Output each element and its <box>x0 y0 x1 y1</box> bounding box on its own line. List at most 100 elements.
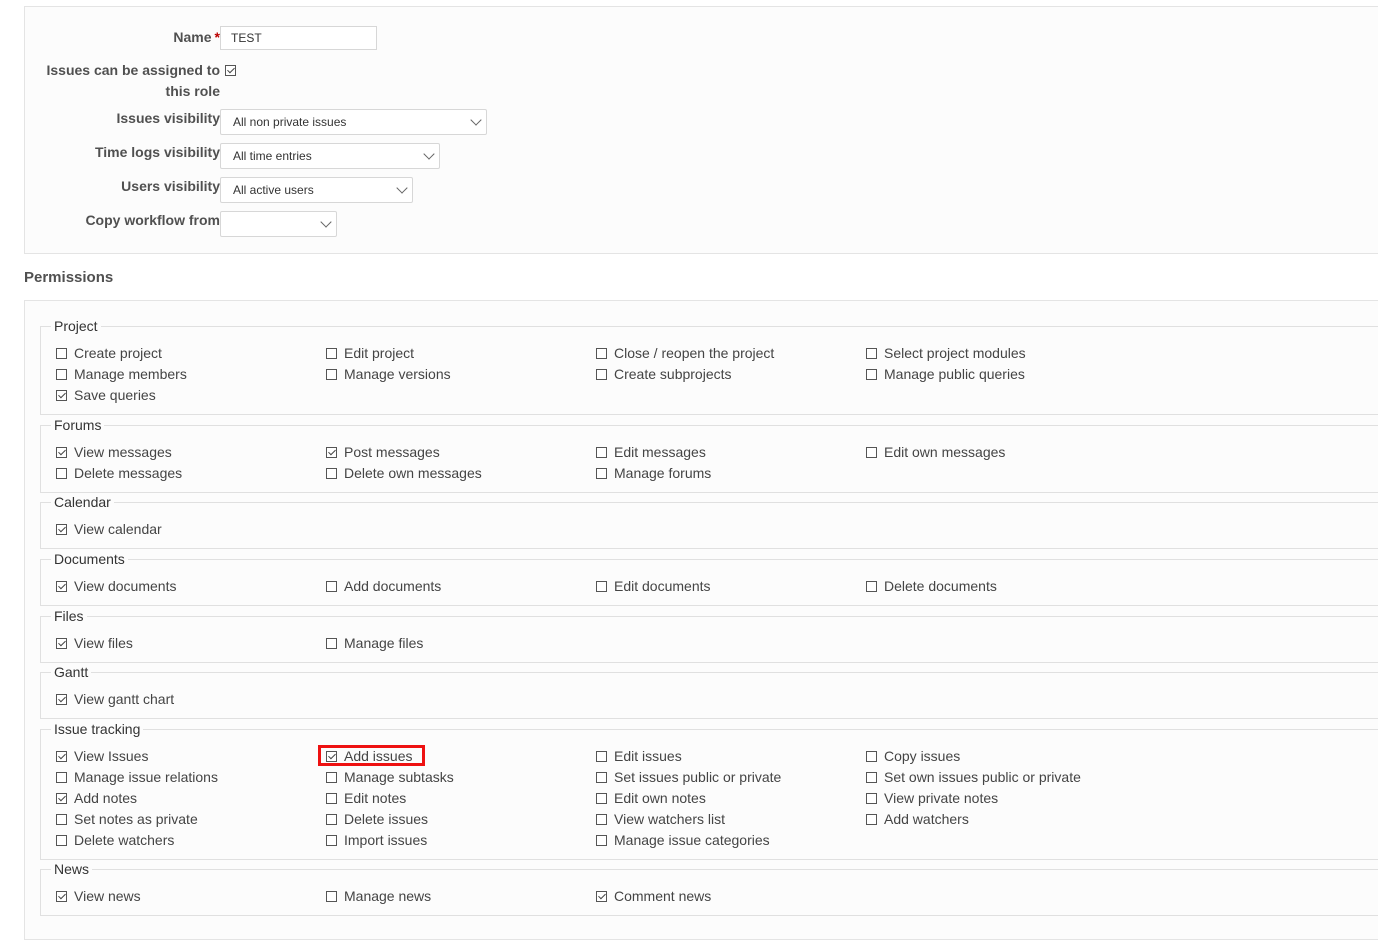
permission-checkbox[interactable] <box>326 580 337 592</box>
permission-manage-members[interactable]: Manage members <box>56 365 187 383</box>
permission-checkbox[interactable] <box>56 771 67 783</box>
permission-checkbox[interactable] <box>866 792 877 804</box>
permission-checkbox[interactable] <box>866 446 877 458</box>
permission-checkbox[interactable] <box>326 771 337 783</box>
permission-view-private-notes[interactable]: View private notes <box>866 789 998 807</box>
permission-view-watchers-list[interactable]: View watchers list <box>596 810 725 828</box>
permission-create-subprojects[interactable]: Create subprojects <box>596 365 732 383</box>
permission-checkbox[interactable] <box>56 834 67 846</box>
permission-add-notes[interactable]: Add notes <box>56 789 137 807</box>
permission-add-documents[interactable]: Add documents <box>326 577 441 595</box>
permission-checkbox[interactable] <box>56 637 67 649</box>
permission-delete-own-messages[interactable]: Delete own messages <box>326 464 482 482</box>
permission-checkbox[interactable] <box>56 347 67 359</box>
permission-manage-forums[interactable]: Manage forums <box>596 464 711 482</box>
users-visibility-select[interactable]: All active users <box>220 177 413 203</box>
permission-checkbox[interactable] <box>866 750 877 762</box>
permission-checkbox[interactable] <box>56 523 67 535</box>
permission-checkbox[interactable] <box>596 813 607 825</box>
permission-checkbox[interactable] <box>326 368 337 380</box>
permission-checkbox[interactable] <box>326 792 337 804</box>
permission-checkbox[interactable] <box>56 792 67 804</box>
permission-manage-versions[interactable]: Manage versions <box>326 365 451 383</box>
name-input[interactable] <box>220 26 377 50</box>
permission-checkbox[interactable] <box>56 446 67 458</box>
permission-set-issues-public-or-private[interactable]: Set issues public or private <box>596 768 781 786</box>
permission-manage-files[interactable]: Manage files <box>326 634 423 652</box>
permission-close-reopen-the-project[interactable]: Close / reopen the project <box>596 344 774 362</box>
permission-view-gantt-chart[interactable]: View gantt chart <box>56 690 174 708</box>
permission-copy-issues[interactable]: Copy issues <box>866 747 960 765</box>
permission-set-own-issues-public-or-private[interactable]: Set own issues public or private <box>866 768 1081 786</box>
permission-delete-documents[interactable]: Delete documents <box>866 577 997 595</box>
permission-edit-messages[interactable]: Edit messages <box>596 443 706 461</box>
permission-delete-messages[interactable]: Delete messages <box>56 464 182 482</box>
permission-checkbox[interactable] <box>866 813 877 825</box>
permission-view-messages[interactable]: View messages <box>56 443 172 461</box>
permission-manage-subtasks[interactable]: Manage subtasks <box>326 768 454 786</box>
permission-group-title: Issue tracking <box>51 721 144 737</box>
permission-checkbox[interactable] <box>326 834 337 846</box>
permission-manage-public-queries[interactable]: Manage public queries <box>866 365 1025 383</box>
permission-manage-issue-relations[interactable]: Manage issue relations <box>56 768 218 786</box>
permission-checkbox[interactable] <box>596 834 607 846</box>
permission-checkbox[interactable] <box>866 771 877 783</box>
permission-label: Copy issues <box>884 748 961 764</box>
permission-edit-notes[interactable]: Edit notes <box>326 789 406 807</box>
permission-view-files[interactable]: View files <box>56 634 133 652</box>
permission-checkbox[interactable] <box>596 750 607 762</box>
permission-checkbox[interactable] <box>866 580 877 592</box>
permission-checkbox[interactable] <box>56 813 67 825</box>
permission-checkbox[interactable] <box>326 890 337 902</box>
permission-checkbox[interactable] <box>56 693 67 705</box>
permission-checkbox[interactable] <box>596 580 607 592</box>
permission-checkbox[interactable] <box>56 389 67 401</box>
permission-checkbox[interactable] <box>866 347 877 359</box>
permission-view-news[interactable]: View news <box>56 887 141 905</box>
assignable-checkbox[interactable] <box>225 65 236 76</box>
permission-checkbox[interactable] <box>866 368 877 380</box>
permission-delete-issues[interactable]: Delete issues <box>326 810 428 828</box>
permission-checkbox[interactable] <box>56 368 67 380</box>
copy-workflow-select[interactable] <box>220 211 337 237</box>
permission-label: Manage forums <box>614 465 712 481</box>
permission-group-title: Forums <box>51 417 105 433</box>
permission-checkbox[interactable] <box>56 580 67 592</box>
permission-checkbox[interactable] <box>596 792 607 804</box>
permission-add-watchers[interactable]: Add watchers <box>866 810 969 828</box>
issues-visibility-select[interactable]: All non private issues <box>220 109 487 135</box>
permission-checkbox[interactable] <box>326 637 337 649</box>
permission-import-issues[interactable]: Import issues <box>326 831 427 849</box>
permission-checkbox[interactable] <box>326 467 337 479</box>
permission-checkbox[interactable] <box>596 347 607 359</box>
permission-comment-news[interactable]: Comment news <box>596 887 711 905</box>
permission-checkbox[interactable] <box>596 446 607 458</box>
permission-manage-issue-categories[interactable]: Manage issue categories <box>596 831 770 849</box>
time-logs-visibility-select[interactable]: All time entries <box>220 143 440 169</box>
permission-edit-own-messages[interactable]: Edit own messages <box>866 443 1005 461</box>
permission-create-project[interactable]: Create project <box>56 344 162 362</box>
permission-edit-own-notes[interactable]: Edit own notes <box>596 789 706 807</box>
permission-view-documents[interactable]: View documents <box>56 577 176 595</box>
permission-post-messages[interactable]: Post messages <box>326 443 440 461</box>
permission-checkbox[interactable] <box>56 750 67 762</box>
permission-checkbox[interactable] <box>326 813 337 825</box>
permission-edit-issues[interactable]: Edit issues <box>596 747 682 765</box>
permission-checkbox[interactable] <box>326 347 337 359</box>
permission-checkbox[interactable] <box>326 446 337 458</box>
permission-checkbox[interactable] <box>596 771 607 783</box>
permission-checkbox[interactable] <box>56 890 67 902</box>
permission-select-project-modules[interactable]: Select project modules <box>866 344 1026 362</box>
permission-edit-project[interactable]: Edit project <box>326 344 414 362</box>
permission-delete-watchers[interactable]: Delete watchers <box>56 831 174 849</box>
permission-edit-documents[interactable]: Edit documents <box>596 577 711 595</box>
permission-manage-news[interactable]: Manage news <box>326 887 431 905</box>
permission-checkbox[interactable] <box>596 467 607 479</box>
permission-view-calendar[interactable]: View calendar <box>56 520 162 538</box>
permission-save-queries[interactable]: Save queries <box>56 386 156 404</box>
permission-checkbox[interactable] <box>56 467 67 479</box>
permission-view-issues[interactable]: View Issues <box>56 747 148 765</box>
permission-checkbox[interactable] <box>596 890 607 902</box>
permission-checkbox[interactable] <box>596 368 607 380</box>
permission-set-notes-as-private[interactable]: Set notes as private <box>56 810 198 828</box>
